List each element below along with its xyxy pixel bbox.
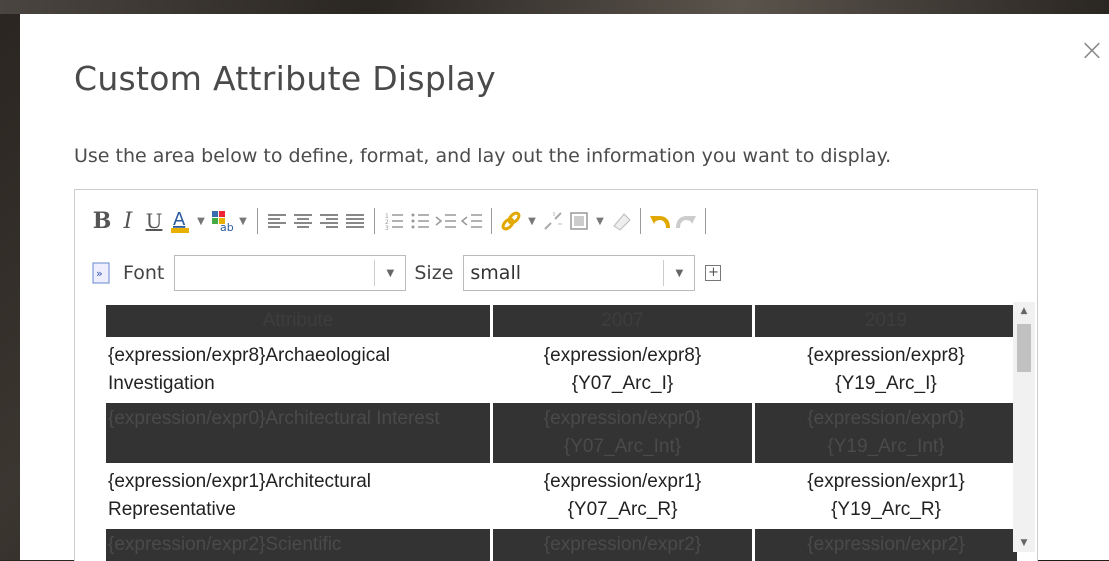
- table-cell: {expression/expr0}{Y07_Arc_Int}: [493, 403, 752, 463]
- table-cell: {expression/expr1}Architectural Represen…: [106, 466, 490, 526]
- table-row: {expression/expr0}Architectural Interest…: [106, 403, 1017, 463]
- header-attribute: Attribute: [106, 305, 490, 337]
- chevron-down-icon[interactable]: ▼: [592, 206, 608, 236]
- rich-text-editor: B I U A ▼ ab ▼ 123 ▼ ▼ » Font ▼ Size sma…: [74, 189, 1038, 561]
- close-icon[interactable]: ×: [1077, 36, 1107, 66]
- header-2019: 2019: [755, 305, 1017, 337]
- table-cell: {expression/expr0}{Y19_Arc_Int}: [755, 403, 1017, 463]
- table-header-row: Attribute 2007 2019: [106, 305, 1017, 337]
- toolbar-separator: [491, 208, 492, 234]
- header-2007: 2007: [493, 305, 752, 337]
- insert-image-icon[interactable]: [566, 206, 592, 236]
- chevron-down-icon[interactable]: ▼: [374, 260, 405, 286]
- custom-attribute-dialog: × Custom Attribute Display Use the area …: [20, 14, 1109, 561]
- font-label: Font: [123, 262, 165, 284]
- eraser-icon[interactable]: [608, 206, 634, 236]
- toolbar-row-font: » Font ▼ Size small ▼ +: [91, 255, 722, 291]
- attribute-table: Attribute 2007 2019 {expression/expr8}Ar…: [103, 302, 1020, 561]
- table-cell: {expression/expr0}Architectural Interest: [106, 403, 490, 463]
- table-cell: {expression/expr2}: [493, 529, 752, 561]
- table-row: {expression/expr1}Architectural Represen…: [106, 466, 1017, 526]
- svg-text:3: 3: [385, 225, 389, 230]
- source-icon[interactable]: »: [91, 258, 111, 288]
- table-cell: {expression/expr2}: [755, 529, 1017, 561]
- toolbar-separator: [640, 208, 641, 234]
- svg-text:ab: ab: [220, 221, 234, 233]
- chevron-down-icon[interactable]: ▼: [524, 206, 540, 236]
- justify-icon[interactable]: [342, 206, 368, 236]
- table-cell: {expression/expr8}Archaeological Investi…: [106, 340, 490, 400]
- editor-content[interactable]: Attribute 2007 2019 {expression/expr8}Ar…: [75, 300, 1037, 561]
- toolbar-separator: [374, 208, 375, 234]
- ordered-list-icon[interactable]: 123: [381, 206, 407, 236]
- table-cell: {expression/expr8}{Y07_Arc_I}: [493, 340, 752, 400]
- table-row: {expression/expr2}Scientific {expression…: [106, 529, 1017, 561]
- font-color-icon[interactable]: A: [167, 206, 193, 236]
- font-select[interactable]: ▼: [174, 255, 407, 291]
- table-row: {expression/expr8}Archaeological Investi…: [106, 340, 1017, 400]
- vertical-scrollbar[interactable]: ▲ ▼: [1013, 302, 1035, 552]
- editor-toolbar: B I U A ▼ ab ▼ 123 ▼ ▼ » Font ▼ Size sma…: [75, 190, 1037, 300]
- align-left-icon[interactable]: [264, 206, 290, 236]
- svg-text:»: »: [96, 267, 103, 280]
- table-cell: {expression/expr2}Scientific: [106, 529, 490, 561]
- highlight-color-icon[interactable]: ab: [209, 206, 235, 236]
- insert-table-icon[interactable]: +: [705, 265, 722, 281]
- size-label: Size: [414, 262, 454, 284]
- toolbar-separator: [257, 208, 258, 234]
- align-right-icon[interactable]: [316, 206, 342, 236]
- scroll-down-icon[interactable]: ▼: [1013, 534, 1035, 552]
- indent-icon[interactable]: [433, 206, 459, 236]
- background-map: [0, 0, 1109, 14]
- bold-button[interactable]: B: [89, 206, 115, 236]
- outdent-icon[interactable]: [459, 206, 485, 236]
- unlink-icon[interactable]: [540, 206, 566, 236]
- align-center-icon[interactable]: [290, 206, 316, 236]
- svg-text:A: A: [173, 209, 186, 230]
- size-select[interactable]: small ▼: [463, 255, 696, 291]
- table-cell: {expression/expr8}{Y19_Arc_I}: [755, 340, 1017, 400]
- dialog-title: Custom Attribute Display: [74, 59, 496, 98]
- table-cell: {expression/expr1}{Y19_Arc_R}: [755, 466, 1017, 526]
- scroll-up-icon[interactable]: ▲: [1013, 302, 1035, 320]
- toolbar-row-formatting: B I U A ▼ ab ▼ 123 ▼ ▼: [89, 204, 712, 238]
- size-select-value: small: [470, 262, 521, 284]
- italic-button[interactable]: I: [115, 206, 141, 236]
- unordered-list-icon[interactable]: [407, 206, 433, 236]
- dialog-description: Use the area below to define, format, an…: [74, 145, 892, 167]
- table-cell: {expression/expr1}{Y07_Arc_R}: [493, 466, 752, 526]
- toolbar-separator: [705, 208, 706, 234]
- undo-icon[interactable]: [647, 206, 673, 236]
- link-icon[interactable]: [498, 206, 524, 236]
- scrollbar-thumb[interactable]: [1017, 324, 1031, 372]
- underline-button[interactable]: U: [141, 206, 167, 236]
- chevron-down-icon[interactable]: ▼: [193, 206, 209, 236]
- chevron-down-icon[interactable]: ▼: [663, 260, 694, 286]
- redo-icon[interactable]: [673, 206, 699, 236]
- chevron-down-icon[interactable]: ▼: [235, 206, 251, 236]
